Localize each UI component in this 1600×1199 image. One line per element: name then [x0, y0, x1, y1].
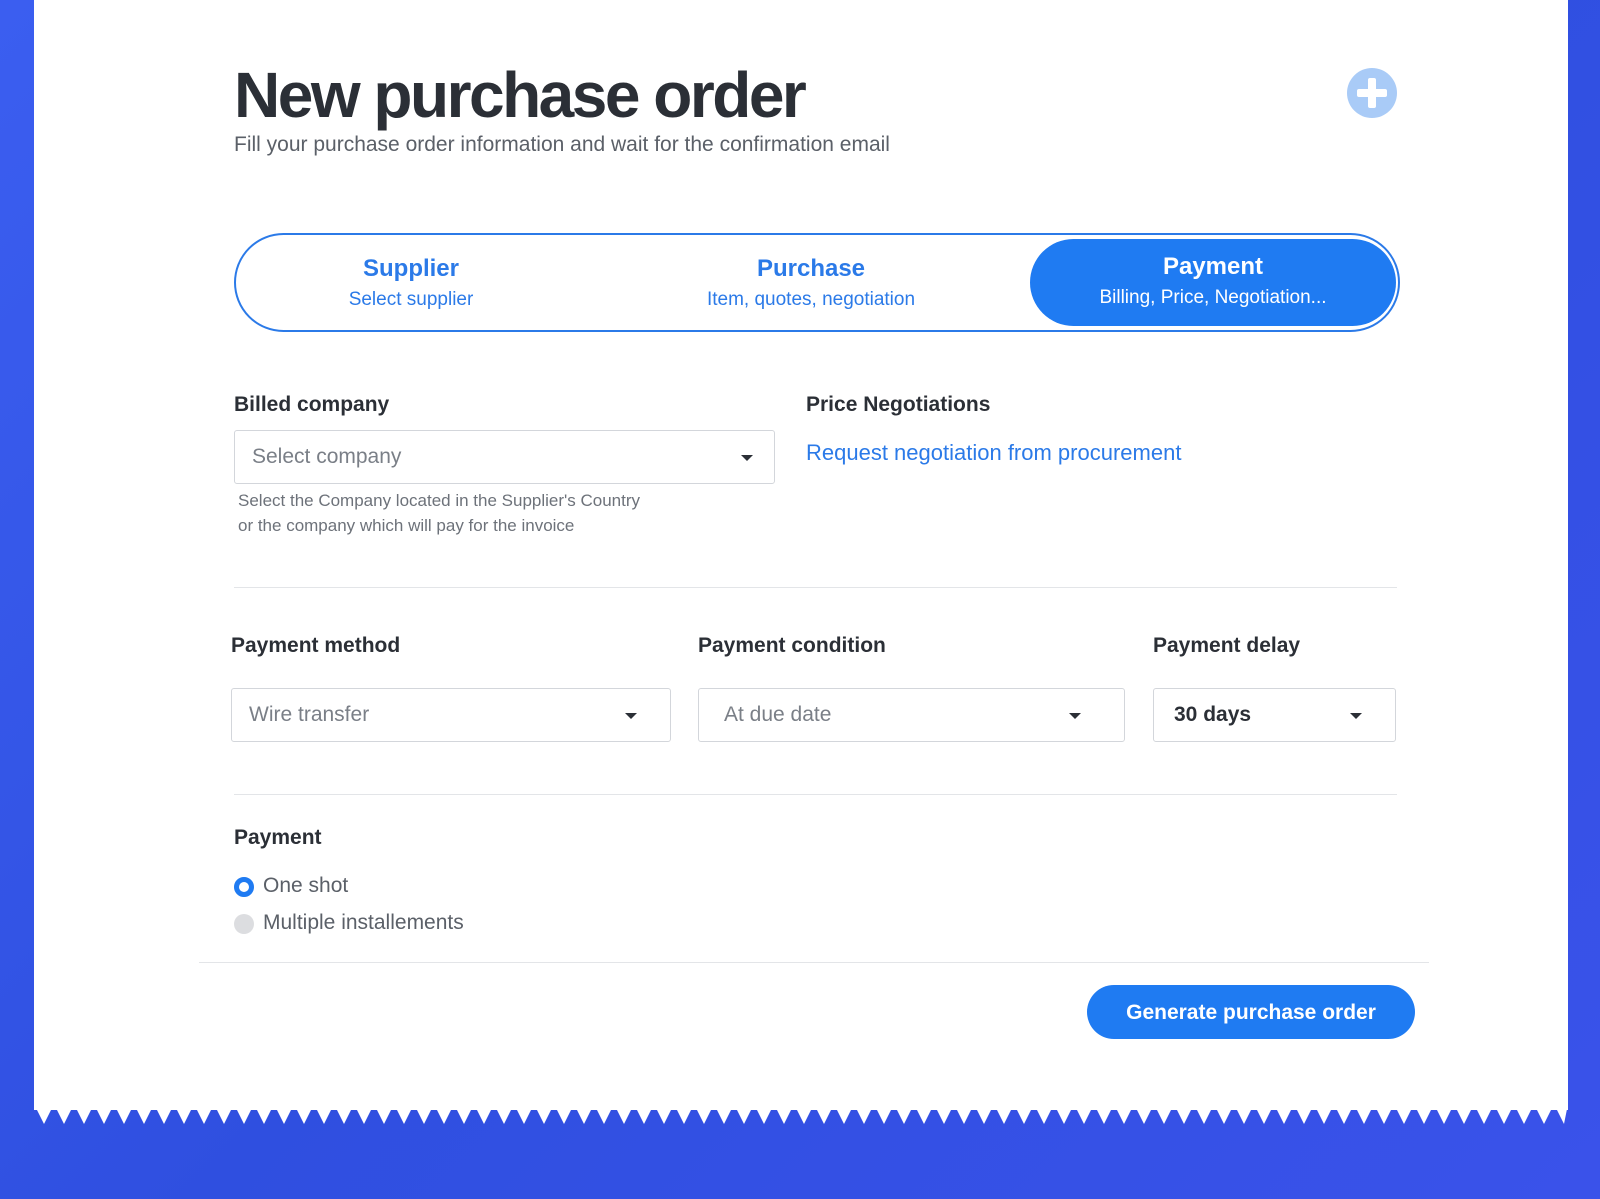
footer-divider	[199, 962, 1429, 963]
select-value: Wire transfer	[249, 703, 370, 726]
request-negotiation-link[interactable]: Request negotiation from procurement	[806, 440, 1181, 466]
step-label: Supplier	[362, 255, 459, 282]
billed-company-help: Select the Company located in the Suppli…	[238, 488, 738, 538]
step-payment-active[interactable]: Payment Billing, Price, Negotiation...	[1030, 239, 1396, 326]
payment-method-select[interactable]: Wire transfer	[231, 688, 671, 742]
chevron-down-icon	[1069, 713, 1081, 719]
price-negotiations-label: Price Negotiations	[806, 393, 991, 416]
step-label: Purchase	[756, 255, 866, 282]
radio-selected-icon[interactable]	[234, 877, 254, 897]
page-title: New purchase order	[234, 59, 807, 131]
form-card	[34, 0, 1568, 1110]
chevron-down-icon	[741, 455, 753, 461]
billed-company-label: Billed company	[234, 393, 390, 416]
chevron-down-icon	[1350, 713, 1362, 719]
payment-condition-select[interactable]: At due date	[698, 688, 1125, 742]
select-value: At due date	[724, 703, 832, 726]
chevron-down-icon	[625, 713, 637, 719]
payment-condition-label: Payment condition	[698, 634, 886, 657]
step-supplier[interactable]: Supplier Select supplier	[236, 235, 586, 330]
step-description: Item, quotes, negotiation	[706, 289, 916, 310]
payment-delay-label: Payment delay	[1153, 634, 1301, 657]
step-description: Billing, Price, Negotiation...	[1099, 287, 1327, 308]
generate-purchase-order-button[interactable]: Generate purchase order	[1087, 985, 1415, 1039]
page-subtitle: Fill your purchase order information and…	[234, 133, 890, 156]
help-line: Select the Company located in the Suppli…	[238, 491, 641, 510]
card-zigzag-edge	[34, 1104, 1568, 1124]
divider	[234, 794, 1397, 795]
help-line: or the company which will pay for the in…	[238, 516, 575, 535]
stepper: Supplier Select supplier Purchase Item, …	[234, 233, 1400, 332]
payment-type-label: Payment	[234, 826, 322, 849]
payment-delay-select[interactable]: 30 days	[1153, 688, 1396, 742]
select-placeholder: Select company	[252, 445, 402, 468]
radio-label: Multiple installements	[263, 911, 464, 934]
step-purchase[interactable]: Purchase Item, quotes, negotiation	[616, 235, 1006, 330]
billed-company-select[interactable]: Select company	[234, 430, 775, 484]
radio-unselected-icon[interactable]	[234, 914, 254, 934]
payment-method-label: Payment method	[231, 634, 401, 657]
radio-label: One shot	[263, 874, 349, 897]
step-description: Select supplier	[348, 289, 474, 310]
plus-circle-icon[interactable]	[1347, 68, 1397, 118]
select-value: 30 days	[1174, 703, 1252, 726]
divider	[234, 587, 1397, 588]
step-label: Payment	[1162, 253, 1264, 280]
